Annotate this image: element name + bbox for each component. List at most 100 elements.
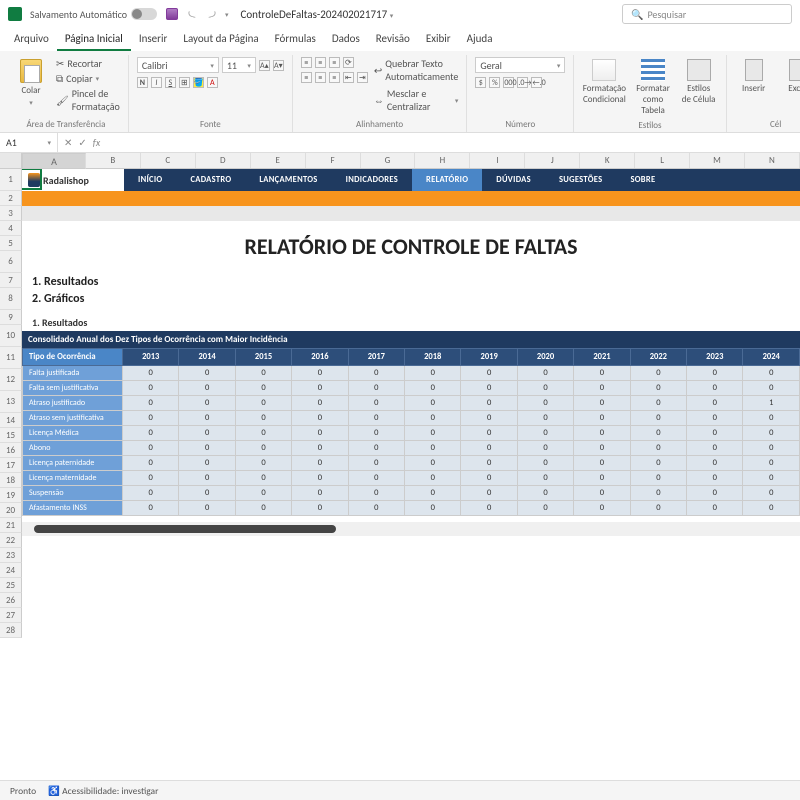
data-cell[interactable]: 0 xyxy=(348,455,404,470)
inc-decimal[interactable]: .0→ xyxy=(517,77,528,88)
align-mid[interactable]: ≡ xyxy=(315,57,326,68)
data-cell[interactable]: 0 xyxy=(461,470,517,485)
data-cell[interactable]: 0 xyxy=(179,440,235,455)
data-cell[interactable]: 0 xyxy=(743,440,800,455)
data-cell[interactable]: 0 xyxy=(743,410,800,425)
data-cell[interactable]: 0 xyxy=(461,410,517,425)
data-cell[interactable]: 0 xyxy=(517,365,573,380)
row-header-28[interactable]: 28 xyxy=(0,623,22,638)
row-header-2[interactable]: 2 xyxy=(0,191,22,206)
data-cell[interactable]: 0 xyxy=(630,485,686,500)
data-cell[interactable]: 0 xyxy=(630,410,686,425)
format-painter-button[interactable]: 🖌Pincel de Formatação xyxy=(56,87,120,113)
decrease-font-button[interactable]: A▾ xyxy=(273,60,284,71)
data-cell[interactable]: 0 xyxy=(743,425,800,440)
data-cell[interactable]: 0 xyxy=(461,365,517,380)
data-cell[interactable]: 0 xyxy=(405,425,461,440)
row-header-13[interactable]: 13 xyxy=(0,391,22,413)
nav-dúvidas[interactable]: DÚVIDAS xyxy=(482,169,545,191)
col-header-H[interactable]: H xyxy=(415,153,470,168)
indent-dec[interactable]: ⇤ xyxy=(343,72,354,83)
search-input[interactable]: 🔍 Pesquisar xyxy=(622,4,792,24)
col-header-E[interactable]: E xyxy=(251,153,306,168)
increase-font-button[interactable]: A▴ xyxy=(259,60,270,71)
data-cell[interactable]: 0 xyxy=(123,440,179,455)
data-table[interactable]: Tipo de Ocorrência2013201420152016201720… xyxy=(22,348,800,516)
currency-button[interactable]: $ xyxy=(475,77,486,88)
col-header-G[interactable]: G xyxy=(361,153,416,168)
data-cell[interactable]: 0 xyxy=(687,500,743,515)
bold-button[interactable]: N xyxy=(137,77,148,88)
col-header-J[interactable]: J xyxy=(525,153,580,168)
row-header-9[interactable]: 9 xyxy=(0,310,22,325)
data-cell[interactable]: 0 xyxy=(461,485,517,500)
data-cell[interactable]: 0 xyxy=(687,380,743,395)
data-cell[interactable]: 0 xyxy=(179,380,235,395)
col-header-F[interactable]: F xyxy=(306,153,361,168)
row-header-15[interactable]: 15 xyxy=(0,428,22,443)
data-cell[interactable]: 0 xyxy=(405,470,461,485)
row-header-14[interactable]: 14 xyxy=(0,413,22,428)
row-header-22[interactable]: 22 xyxy=(0,533,22,548)
data-cell[interactable]: 0 xyxy=(348,365,404,380)
data-cell[interactable]: 0 xyxy=(179,410,235,425)
row-header-11[interactable]: 11 xyxy=(0,347,22,369)
row-header-23[interactable]: 23 xyxy=(0,548,22,563)
border-button[interactable]: ⊞ xyxy=(179,77,190,88)
nav-relatório[interactable]: RELATÓRIO xyxy=(412,169,482,191)
align-top[interactable]: ≡ xyxy=(301,57,312,68)
data-cell[interactable]: 0 xyxy=(743,455,800,470)
col-header-L[interactable]: L xyxy=(635,153,690,168)
format-table-button[interactable]: Formatar como Tabela xyxy=(632,57,673,118)
data-cell[interactable]: 0 xyxy=(292,440,348,455)
data-cell[interactable]: 0 xyxy=(517,380,573,395)
dec-decimal[interactable]: ←.0 xyxy=(531,77,542,88)
row-header-5[interactable]: 5 xyxy=(0,236,22,251)
data-cell[interactable]: 0 xyxy=(123,500,179,515)
data-cell[interactable]: 0 xyxy=(574,380,630,395)
data-cell[interactable]: 0 xyxy=(743,365,800,380)
data-cell[interactable]: 0 xyxy=(574,395,630,410)
font-select[interactable]: Calibri▾ xyxy=(137,57,219,73)
row-header-25[interactable]: 25 xyxy=(0,578,22,593)
row-header-4[interactable]: 4 xyxy=(0,221,22,236)
data-cell[interactable]: 0 xyxy=(687,425,743,440)
copy-button[interactable]: ⧉Copiar ▾ xyxy=(56,72,120,85)
data-cell[interactable]: 0 xyxy=(123,470,179,485)
font-color-button[interactable]: A xyxy=(207,77,218,88)
row-header-8[interactable]: 8 xyxy=(0,288,22,310)
data-cell[interactable]: 0 xyxy=(405,410,461,425)
percent-button[interactable]: % xyxy=(489,77,500,88)
data-cell[interactable]: 0 xyxy=(348,410,404,425)
data-cell[interactable]: 0 xyxy=(517,410,573,425)
paste-button[interactable]: Colar▾ xyxy=(12,57,50,109)
redo-button[interactable] xyxy=(205,7,219,21)
number-format-select[interactable]: Geral▾ xyxy=(475,57,565,73)
data-cell[interactable]: 0 xyxy=(574,365,630,380)
insert-button[interactable]: Inserir xyxy=(735,57,773,96)
row-header-24[interactable]: 24 xyxy=(0,563,22,578)
data-cell[interactable]: 0 xyxy=(630,470,686,485)
data-cell[interactable]: 0 xyxy=(687,365,743,380)
data-cell[interactable]: 0 xyxy=(687,395,743,410)
data-cell[interactable]: 0 xyxy=(292,470,348,485)
sheet-content[interactable]: Radalishop INÍCIOCADASTROLANÇAMENTOSINDI… xyxy=(22,169,800,638)
orientation[interactable]: ⟳ xyxy=(343,57,354,68)
data-cell[interactable]: 0 xyxy=(630,380,686,395)
data-cell[interactable]: 0 xyxy=(630,455,686,470)
nav-lançamentos[interactable]: LANÇAMENTOS xyxy=(245,169,331,191)
data-cell[interactable]: 0 xyxy=(517,485,573,500)
row-header-3[interactable]: 3 xyxy=(0,206,22,221)
data-cell[interactable]: 1 xyxy=(743,395,800,410)
data-cell[interactable]: 0 xyxy=(179,395,235,410)
col-header-C[interactable]: C xyxy=(141,153,196,168)
data-cell[interactable]: 0 xyxy=(123,455,179,470)
menu-layout-da-página[interactable]: Layout da Página xyxy=(175,28,266,51)
save-button[interactable] xyxy=(165,7,179,21)
col-header-A[interactable]: A xyxy=(22,153,86,169)
scroll-thumb[interactable] xyxy=(34,525,336,533)
row-header-16[interactable]: 16 xyxy=(0,443,22,458)
data-cell[interactable]: 0 xyxy=(574,500,630,515)
data-cell[interactable]: 0 xyxy=(461,380,517,395)
data-cell[interactable]: 0 xyxy=(292,380,348,395)
